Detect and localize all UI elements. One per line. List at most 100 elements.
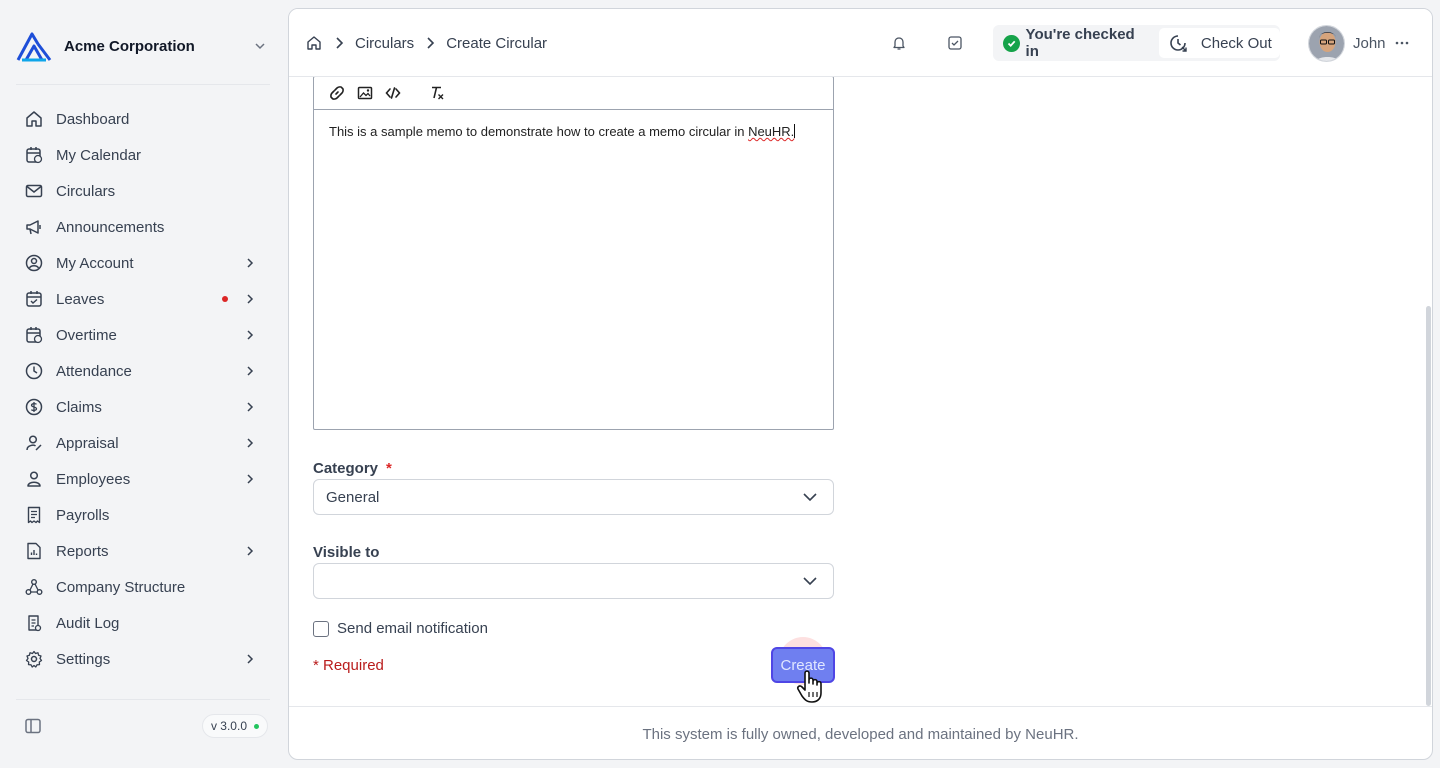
sidebar-toggle-icon[interactable] <box>16 712 50 740</box>
sidebar-item-my-account[interactable]: My Account <box>16 245 266 281</box>
checkin-status: You're checked in <box>993 26 1149 60</box>
calendar-clock-icon <box>24 325 44 345</box>
sidebar-item-label: Announcements <box>56 218 165 236</box>
sidebar-item-label: Claims <box>56 398 102 416</box>
sidebar: Acme Corporation Dashboard My Calendar C… <box>0 0 288 768</box>
sidebar-item-leaves[interactable]: Leaves <box>16 281 266 317</box>
email-notification-option[interactable]: Send email notification <box>313 620 488 637</box>
clock-icon <box>24 361 44 381</box>
main-panel: Circulars Create Circular You're checked… <box>288 8 1433 760</box>
sidebar-item-appraisal[interactable]: Appraisal <box>16 425 266 461</box>
check-circle-icon <box>1003 34 1020 52</box>
calendar-check-icon <box>24 289 44 309</box>
sidebar-item-label: Leaves <box>56 290 105 308</box>
sidebar-item-label: My Calendar <box>56 146 142 164</box>
sidebar-item-announcements[interactable]: Announcements <box>16 209 266 245</box>
check-out-button[interactable]: Check Out <box>1158 28 1280 58</box>
sidebar-item-label: My Account <box>56 254 134 272</box>
scrollbar-thumb[interactable] <box>1426 306 1431 706</box>
required-star: * <box>386 460 392 477</box>
company-switcher[interactable]: Acme Corporation <box>16 28 268 64</box>
sidebar-item-circulars[interactable]: Circulars <box>16 173 266 209</box>
editor-toolbar <box>314 77 833 110</box>
company-name: Acme Corporation <box>64 37 195 55</box>
checkin-status-text: You're checked in <box>1025 26 1135 60</box>
sidebar-item-label: Payrolls <box>56 506 110 524</box>
chevron-right-icon <box>242 651 258 667</box>
visible-to-label: Visible to <box>313 544 379 561</box>
code-icon[interactable] <box>384 84 402 102</box>
sidebar-divider <box>16 84 270 85</box>
clock-arrow-icon <box>1167 32 1189 54</box>
more-horizontal-icon[interactable] <box>1394 35 1410 51</box>
chevron-down-icon <box>801 572 819 590</box>
sidebar-item-settings[interactable]: Settings <box>16 641 266 677</box>
user-circle-icon <box>24 253 44 273</box>
checkbox-task-icon[interactable] <box>945 33 965 53</box>
rich-text-editor: This is a sample memo to demonstrate how… <box>313 77 834 430</box>
breadcrumb-create-circular: Create Circular <box>446 34 548 52</box>
gear-icon <box>24 649 44 669</box>
clear-format-icon[interactable] <box>428 84 446 102</box>
category-select[interactable]: General <box>313 479 834 515</box>
sidebar-divider <box>16 699 270 700</box>
top-bar: Circulars Create Circular You're checked… <box>289 9 1432 77</box>
breadcrumb: Circulars Create Circular <box>305 33 547 53</box>
user-edit-icon <box>24 433 44 453</box>
acme-logo-icon <box>16 30 52 62</box>
sidebar-item-claims[interactable]: Claims <box>16 389 266 425</box>
image-icon[interactable] <box>356 84 374 102</box>
sidebar-item-label: Appraisal <box>56 434 119 452</box>
home-icon[interactable] <box>305 34 323 52</box>
sidebar-item-label: Circulars <box>56 182 116 200</box>
page-footer: This system is fully owned, developed an… <box>289 706 1432 759</box>
sidebar-item-attendance[interactable]: Attendance <box>16 353 266 389</box>
chevron-right-icon <box>420 33 440 53</box>
chevron-right-icon <box>242 255 258 271</box>
sidebar-item-label: Settings <box>56 650 111 668</box>
sidebar-item-label: Attendance <box>56 362 132 380</box>
chevron-right-icon <box>242 291 258 307</box>
calendar-clock-icon <box>24 145 44 165</box>
check-out-label: Check Out <box>1200 34 1272 52</box>
user-menu[interactable]: John <box>1308 24 1410 62</box>
user-name: John <box>1353 34 1386 52</box>
chevron-right-icon <box>329 33 349 53</box>
version-badge: v 3.0.0 <box>201 714 268 738</box>
status-dot <box>254 723 259 729</box>
sidebar-item-audit-log[interactable]: Audit Log <box>16 605 266 641</box>
bell-icon[interactable] <box>889 33 909 53</box>
editor-text-misspelled: NeuHR. <box>748 124 795 139</box>
required-note: * Required <box>313 657 384 674</box>
network-icon <box>24 577 44 597</box>
sidebar-item-employees[interactable]: Employees <box>16 461 266 497</box>
sidebar-item-payrolls[interactable]: Payrolls <box>16 497 266 533</box>
visible-to-select[interactable] <box>313 563 834 599</box>
email-notification-label: Send email notification <box>337 620 488 637</box>
chevron-right-icon <box>242 399 258 415</box>
sidebar-item-my-calendar[interactable]: My Calendar <box>16 137 266 173</box>
notification-dot <box>222 296 228 302</box>
category-value: General <box>326 488 380 506</box>
sidebar-item-dashboard[interactable]: Dashboard <box>16 101 266 137</box>
sidebar-item-label: Overtime <box>56 326 117 344</box>
document-chart-icon <box>24 541 44 561</box>
editor-text-area[interactable]: This is a sample memo to demonstrate how… <box>314 110 833 154</box>
chevron-right-icon <box>242 543 258 559</box>
form-content: This is a sample memo to demonstrate how… <box>289 77 1432 706</box>
dollar-circle-icon <box>24 397 44 417</box>
home-icon <box>24 109 44 129</box>
sidebar-footer: v 3.0.0 <box>16 712 268 740</box>
avatar <box>1308 24 1345 62</box>
link-icon[interactable] <box>328 84 346 102</box>
sidebar-item-overtime[interactable]: Overtime <box>16 317 266 353</box>
chevron-down-icon <box>252 38 268 54</box>
receipt-icon <box>24 505 44 525</box>
sidebar-item-label: Reports <box>56 542 109 560</box>
chevron-down-icon <box>801 488 819 506</box>
email-notification-checkbox[interactable] <box>313 620 329 637</box>
breadcrumb-circulars[interactable]: Circulars <box>355 35 414 52</box>
chevron-right-icon <box>242 363 258 379</box>
sidebar-item-reports[interactable]: Reports <box>16 533 266 569</box>
sidebar-item-company-structure[interactable]: Company Structure <box>16 569 266 605</box>
